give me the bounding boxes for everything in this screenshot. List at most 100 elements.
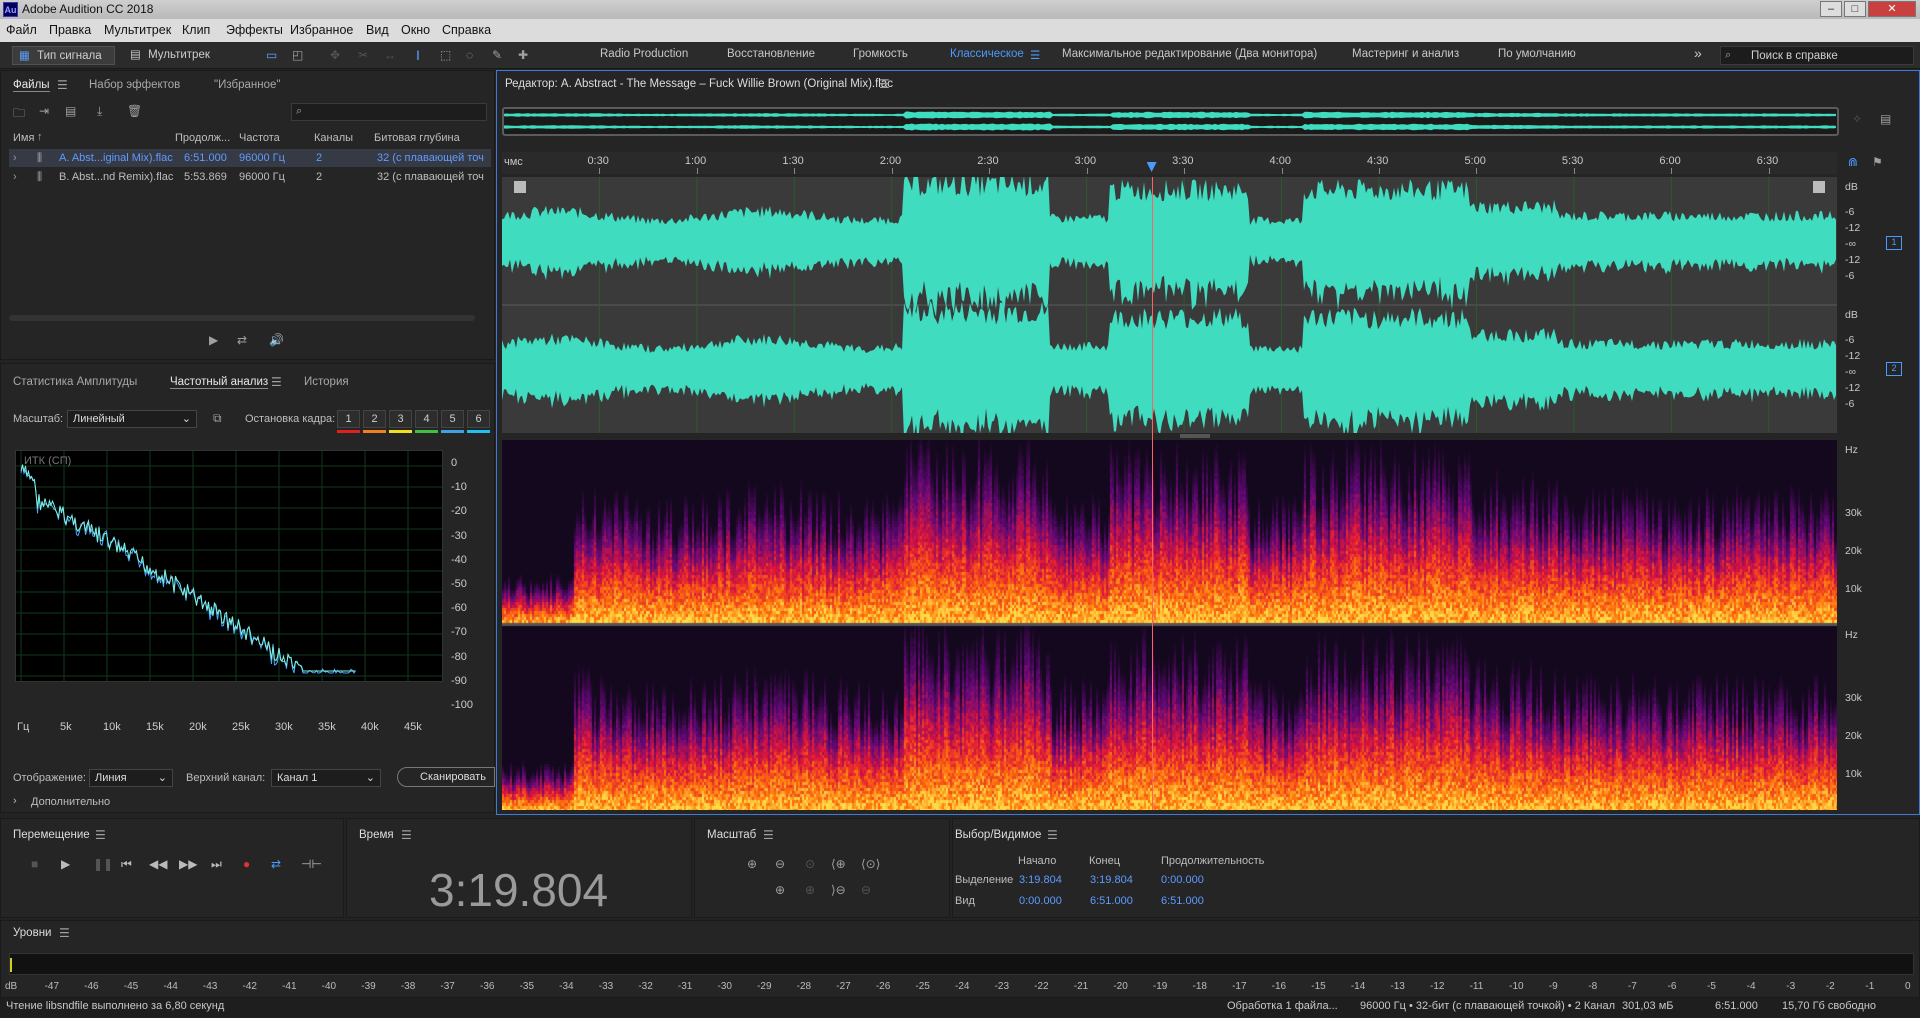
workspace-radio[interactable]: Radio Production	[600, 48, 688, 60]
spectral-display-icon[interactable]: ▭	[266, 48, 277, 62]
tab-frequency-analysis[interactable]: Частотный анализ	[170, 376, 269, 389]
menu-effects[interactable]: Эффекты	[226, 23, 283, 37]
overview-bar[interactable]	[502, 107, 1839, 136]
display-dropdown[interactable]: Линия ⌄	[89, 769, 173, 787]
workspace-default[interactable]: По умолчанию	[1498, 48, 1576, 60]
workspace-loudness[interactable]: Громкость	[853, 48, 908, 60]
view-start[interactable]: 0:00.000	[1019, 895, 1062, 907]
panel-menu-icon[interactable]: ☰	[1047, 828, 1058, 842]
channel-2-badge[interactable]: 2	[1886, 362, 1902, 376]
col-rate[interactable]: Частота	[239, 132, 280, 144]
time-selection-tool-icon[interactable]: I	[416, 47, 420, 63]
help-search-input[interactable]: Поиск в справке	[1751, 50, 1838, 62]
workspace-classic[interactable]: Классическое	[950, 48, 1024, 60]
col-duration[interactable]: Продолж...	[175, 132, 230, 144]
col-name[interactable]: Имя	[13, 132, 34, 144]
open-file-icon[interactable]: 🗀	[13, 104, 25, 125]
fade-out-handle-icon[interactable]	[1813, 181, 1825, 193]
tab-amplitude-stats[interactable]: Статистика Амплитуды	[13, 376, 137, 388]
channel-1-badge[interactable]: 1	[1886, 236, 1902, 250]
zoom-full-icon[interactable]: ⟨⊙⟩	[861, 857, 880, 871]
advanced-toggle[interactable]: Дополнительно	[31, 796, 110, 808]
help-search-box[interactable]: ⌕ Поиск в справке	[1720, 46, 1914, 65]
panel-menu-icon[interactable]: ☰	[271, 375, 282, 389]
expand-chevron-icon[interactable]: ›	[13, 149, 17, 167]
razor-tool-icon[interactable]: ✂	[358, 48, 368, 62]
panel-menu-icon[interactable]: ☰	[763, 828, 774, 842]
play-preview-icon[interactable]: ▶	[209, 333, 218, 347]
marker-icon[interactable]: ⚑	[1872, 155, 1883, 169]
record-icon[interactable]: ●	[243, 857, 250, 871]
delete-file-icon[interactable]: 🗑	[127, 104, 142, 118]
menu-favorites[interactable]: Избранное	[290, 23, 353, 37]
play-icon[interactable]: ▶	[61, 857, 70, 871]
freeze-frame-icon[interactable]: ⧉	[213, 411, 222, 426]
menu-view[interactable]: Вид	[366, 23, 389, 37]
selection-end[interactable]: 3:19.804	[1090, 874, 1133, 886]
panel-menu-icon[interactable]: ☰	[59, 926, 70, 940]
loop-icon[interactable]: ⇄	[271, 857, 281, 871]
slip-tool-icon[interactable]: ↔	[384, 48, 396, 62]
col-depth[interactable]: Битовая глубина	[374, 132, 460, 144]
view-end[interactable]: 6:51.000	[1090, 895, 1133, 907]
menu-clip[interactable]: Клип	[182, 23, 210, 37]
menu-file[interactable]: Файл	[6, 23, 37, 37]
zoom-in-out-icon[interactable]: ⊕	[805, 883, 815, 897]
selection-start[interactable]: 3:19.804	[1019, 874, 1062, 886]
move-tool-icon[interactable]: ✥	[330, 48, 340, 62]
workspace-restoration[interactable]: Восстановление	[727, 48, 815, 60]
stop-icon[interactable]: ■	[31, 857, 38, 871]
editor-menu-icon[interactable]: ☰	[879, 77, 890, 91]
view-duration[interactable]: 6:51.000	[1161, 895, 1204, 907]
split-handle[interactable]	[1180, 434, 1210, 438]
file-row[interactable]: › ⫼ A. Abst...iginal Mix).flac 6:51.000 …	[9, 149, 491, 167]
autoplay-icon[interactable]: 🔊	[269, 333, 284, 347]
frame-button-6[interactable]: 6	[467, 410, 490, 428]
tab-files[interactable]: Файлы	[13, 79, 50, 92]
multitrack-view-button[interactable]: ▤ Мультитрек	[126, 46, 226, 65]
waveform-view-button[interactable]: ▦ Тип сигнала	[12, 46, 115, 65]
panel-options-icon[interactable]: ▤	[1880, 112, 1891, 126]
new-file-icon[interactable]: ▤	[65, 104, 76, 118]
zoom-in-in-icon[interactable]: ⊕	[775, 883, 785, 897]
skip-back-icon[interactable]: ⏮	[121, 857, 132, 872]
zoom-reset-icon[interactable]: ✧	[1852, 112, 1862, 126]
expand-chevron-icon[interactable]: ›	[13, 168, 17, 186]
workspace-edit-dual[interactable]: Максимальное редактирование (Два монитор…	[1062, 48, 1317, 60]
menu-edit[interactable]: Правка	[49, 23, 91, 37]
frame-button-1[interactable]: 1	[337, 410, 360, 428]
col-channels[interactable]: Каналы	[314, 132, 353, 144]
menu-help[interactable]: Справка	[442, 23, 491, 37]
file-filter-input[interactable]: ⌕	[291, 103, 487, 121]
zoom-in-time-icon[interactable]: ⟨⊕	[831, 857, 846, 871]
zoom-selection-icon[interactable]: ⊙	[805, 857, 815, 871]
tab-history[interactable]: История	[304, 376, 349, 388]
brush-tool-icon[interactable]: ✎	[492, 48, 502, 62]
selection-duration[interactable]: 0:00.000	[1161, 874, 1204, 886]
workspace-mastering[interactable]: Мастеринг и анализ	[1352, 48, 1459, 60]
workspace-menu-icon[interactable]: ☰	[1030, 48, 1040, 62]
files-scrollbar[interactable]	[9, 315, 475, 321]
frame-button-3[interactable]: 3	[389, 410, 412, 428]
fade-in-handle-icon[interactable]	[514, 181, 526, 193]
panel-menu-icon[interactable]: ☰	[95, 828, 106, 842]
playhead-marker[interactable]	[1146, 162, 1157, 172]
fast-forward-icon[interactable]: ▶▶	[179, 857, 197, 871]
tab-favorites[interactable]: "Избранное"	[214, 79, 280, 91]
import-file-icon[interactable]: ⇥	[39, 104, 49, 118]
skip-forward-icon[interactable]: ⏭	[211, 857, 222, 872]
pause-icon[interactable]: ❚❚	[93, 857, 113, 871]
restore-button[interactable]: □	[1844, 1, 1866, 17]
lasso-tool-icon[interactable]: ◌	[466, 48, 473, 62]
panel-menu-icon[interactable]: ☰	[57, 78, 68, 92]
tab-effects-rack[interactable]: Набор эффектов	[89, 79, 180, 91]
frame-button-2[interactable]: 2	[363, 410, 386, 428]
scale-dropdown[interactable]: Линейный ⌄	[67, 410, 197, 428]
frequency-display-icon[interactable]: ◰	[292, 48, 303, 62]
loop-preview-icon[interactable]: ⇄	[237, 333, 247, 347]
insert-multitrack-icon[interactable]: ⤓	[97, 104, 102, 119]
file-row[interactable]: › ⫼ B. Abst...nd Remix).flac 5:53.869 96…	[9, 168, 491, 186]
skip-selection-icon[interactable]: ⊣⊢	[301, 857, 322, 871]
snap-icon[interactable]: ⋒	[1848, 155, 1858, 169]
zoom-out-amplitude-icon[interactable]: ⊖	[775, 857, 785, 871]
